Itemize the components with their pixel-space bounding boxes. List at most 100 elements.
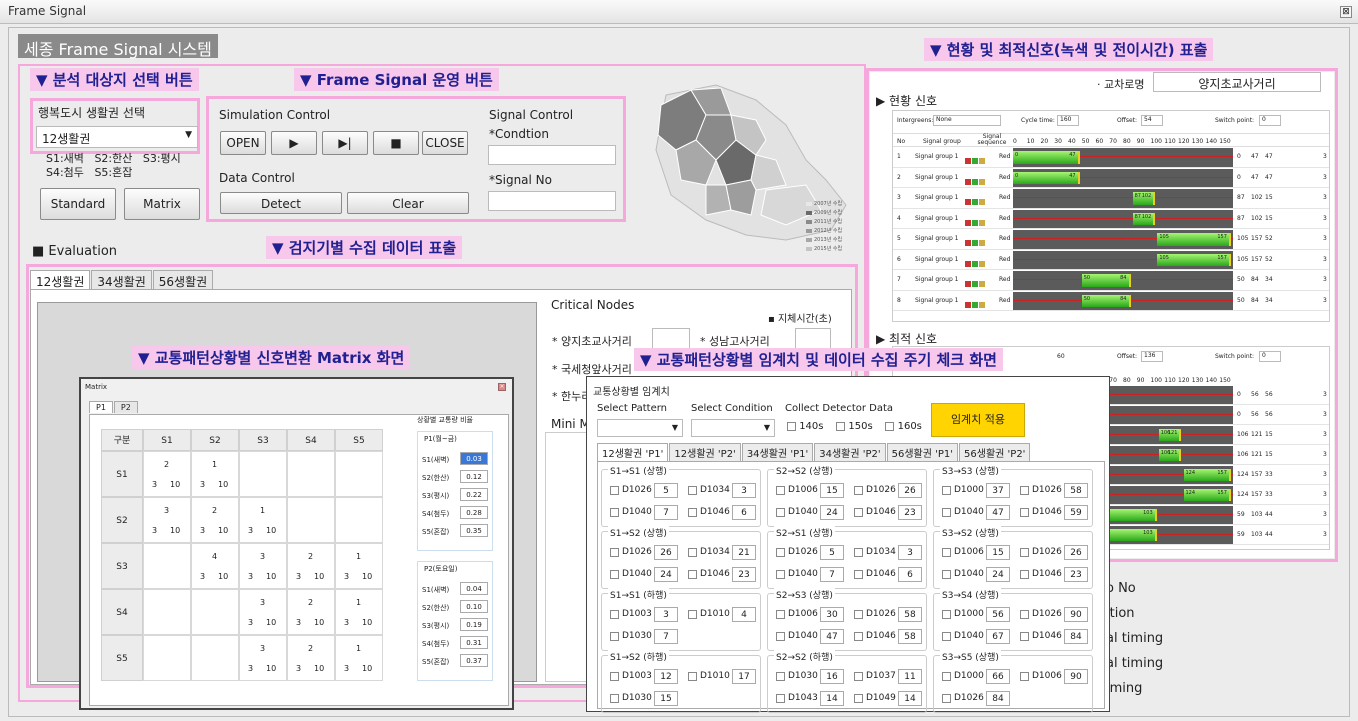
detector-checkbox[interactable] [776, 548, 785, 557]
detector-threshold-field[interactable]: 4 [732, 607, 756, 622]
detector-checkbox[interactable] [610, 508, 619, 517]
detector-checkbox[interactable] [1020, 672, 1029, 681]
condition-select[interactable]: ▼ [691, 419, 775, 437]
detector-checkbox[interactable] [610, 486, 619, 495]
detector-threshold-field[interactable]: 6 [898, 567, 922, 582]
detector-checkbox[interactable] [942, 610, 951, 619]
happy-city-select[interactable]: 12생활권 ▼ [36, 126, 198, 148]
detector-threshold-field[interactable]: 15 [654, 691, 678, 706]
stop-button[interactable]: ■ [373, 131, 419, 155]
detector-checkbox[interactable] [776, 694, 785, 703]
detector-checkbox[interactable] [610, 548, 619, 557]
detector-threshold-field[interactable]: 3 [654, 607, 678, 622]
detector-checkbox[interactable] [1020, 570, 1029, 579]
detector-checkbox[interactable] [688, 548, 697, 557]
detector-threshold-field[interactable]: 7 [654, 505, 678, 520]
detector-checkbox[interactable] [942, 632, 951, 641]
detector-checkbox[interactable] [688, 486, 697, 495]
threshold-tab[interactable]: 34생활권 'P2' [814, 443, 886, 461]
threshold-tab[interactable]: 12생활권 'P1' [597, 443, 669, 461]
detector-checkbox[interactable] [854, 672, 863, 681]
detector-threshold-field[interactable]: 26 [654, 545, 678, 560]
detector-checkbox[interactable] [1020, 610, 1029, 619]
detector-checkbox[interactable] [610, 672, 619, 681]
detector-threshold-field[interactable]: 7 [654, 629, 678, 644]
tab-p1[interactable]: P1 [89, 401, 113, 413]
detector-threshold-field[interactable]: 58 [1064, 483, 1088, 498]
detector-checkbox[interactable] [942, 570, 951, 579]
detector-checkbox[interactable] [1020, 508, 1029, 517]
ratio-field[interactable]: 0.04 [460, 582, 488, 595]
play-button[interactable]: ▶ [271, 131, 317, 155]
detector-threshold-field[interactable]: 58 [898, 607, 922, 622]
ratio-field[interactable]: 0.12 [460, 470, 488, 483]
detector-checkbox[interactable] [776, 508, 785, 517]
open-button[interactable]: OPEN [220, 131, 266, 155]
period-140-checkbox[interactable] [787, 421, 796, 431]
detector-checkbox[interactable] [854, 610, 863, 619]
detector-checkbox[interactable] [610, 632, 619, 641]
detector-checkbox[interactable] [854, 632, 863, 641]
detector-threshold-field[interactable]: 5 [654, 483, 678, 498]
ratio-field[interactable]: 0.10 [460, 600, 488, 613]
detector-threshold-field[interactable]: 6 [732, 505, 756, 520]
step-button[interactable]: ▶| [322, 131, 368, 155]
signal-no-field[interactable] [488, 191, 616, 211]
detector-checkbox[interactable] [776, 672, 785, 681]
detector-checkbox[interactable] [942, 486, 951, 495]
detector-checkbox[interactable] [776, 610, 785, 619]
period-160-checkbox[interactable] [885, 421, 895, 431]
detector-threshold-field[interactable]: 21 [732, 545, 756, 560]
ratio-field[interactable]: 0.37 [460, 654, 488, 667]
detector-checkbox[interactable] [688, 672, 697, 681]
threshold-tab[interactable]: 34생활권 'P1' [741, 443, 814, 461]
detector-checkbox[interactable] [854, 486, 863, 495]
detector-threshold-field[interactable]: 3 [732, 483, 756, 498]
detector-threshold-field[interactable]: 12 [654, 669, 678, 684]
detector-checkbox[interactable] [942, 548, 951, 557]
threshold-tab[interactable]: 12생활권 'P2' [669, 443, 741, 461]
detector-threshold-field[interactable]: 24 [986, 567, 1010, 582]
detector-threshold-field[interactable]: 7 [820, 567, 844, 582]
close-button[interactable]: CLOSE [422, 131, 468, 155]
detector-checkbox[interactable] [1020, 632, 1029, 641]
detector-threshold-field[interactable]: 26 [898, 483, 922, 498]
detector-checkbox[interactable] [688, 570, 697, 579]
detector-threshold-field[interactable]: 11 [898, 669, 922, 684]
detector-checkbox[interactable] [942, 694, 951, 703]
detector-threshold-field[interactable]: 15 [986, 545, 1010, 560]
detector-checkbox[interactable] [854, 694, 863, 703]
detector-threshold-field[interactable]: 23 [1064, 567, 1088, 582]
detector-threshold-field[interactable]: 26 [1064, 545, 1088, 560]
detector-checkbox[interactable] [854, 508, 863, 517]
standard-button[interactable]: Standard [40, 188, 116, 220]
detector-checkbox[interactable] [854, 570, 863, 579]
detector-threshold-field[interactable]: 37 [986, 483, 1010, 498]
detector-checkbox[interactable] [776, 486, 785, 495]
period-150-checkbox[interactable] [836, 421, 846, 431]
detector-threshold-field[interactable]: 5 [820, 545, 844, 560]
detector-checkbox[interactable] [610, 610, 619, 619]
pattern-select[interactable]: ▼ [597, 419, 683, 437]
window-close-button[interactable]: ⊠ [1340, 6, 1352, 18]
detector-checkbox[interactable] [776, 570, 785, 579]
threshold-tab[interactable]: 56생활권 'P2' [959, 443, 1031, 461]
detector-threshold-field[interactable]: 17 [732, 669, 756, 684]
switch2-field[interactable]: 0 [1259, 351, 1281, 362]
detector-threshold-field[interactable]: 66 [986, 669, 1010, 684]
detector-threshold-field[interactable]: 14 [820, 691, 844, 706]
matrix-button[interactable]: Matrix [124, 188, 200, 220]
detector-threshold-field[interactable]: 90 [1064, 669, 1088, 684]
cycle2-field[interactable]: 60 [1057, 353, 1079, 364]
ratio-field[interactable]: 0.19 [460, 618, 488, 631]
detector-threshold-field[interactable]: 90 [1064, 607, 1088, 622]
detector-threshold-field[interactable]: 84 [1064, 629, 1088, 644]
apply-threshold-button[interactable]: 임계치 적용 [931, 403, 1025, 437]
detector-checkbox[interactable] [942, 508, 951, 517]
detector-threshold-field[interactable]: 58 [898, 629, 922, 644]
detector-checkbox[interactable] [942, 672, 951, 681]
detector-checkbox[interactable] [1020, 548, 1029, 557]
detector-checkbox[interactable] [610, 570, 619, 579]
detector-checkbox[interactable] [610, 694, 619, 703]
intergreens-select[interactable]: None [933, 115, 1001, 126]
